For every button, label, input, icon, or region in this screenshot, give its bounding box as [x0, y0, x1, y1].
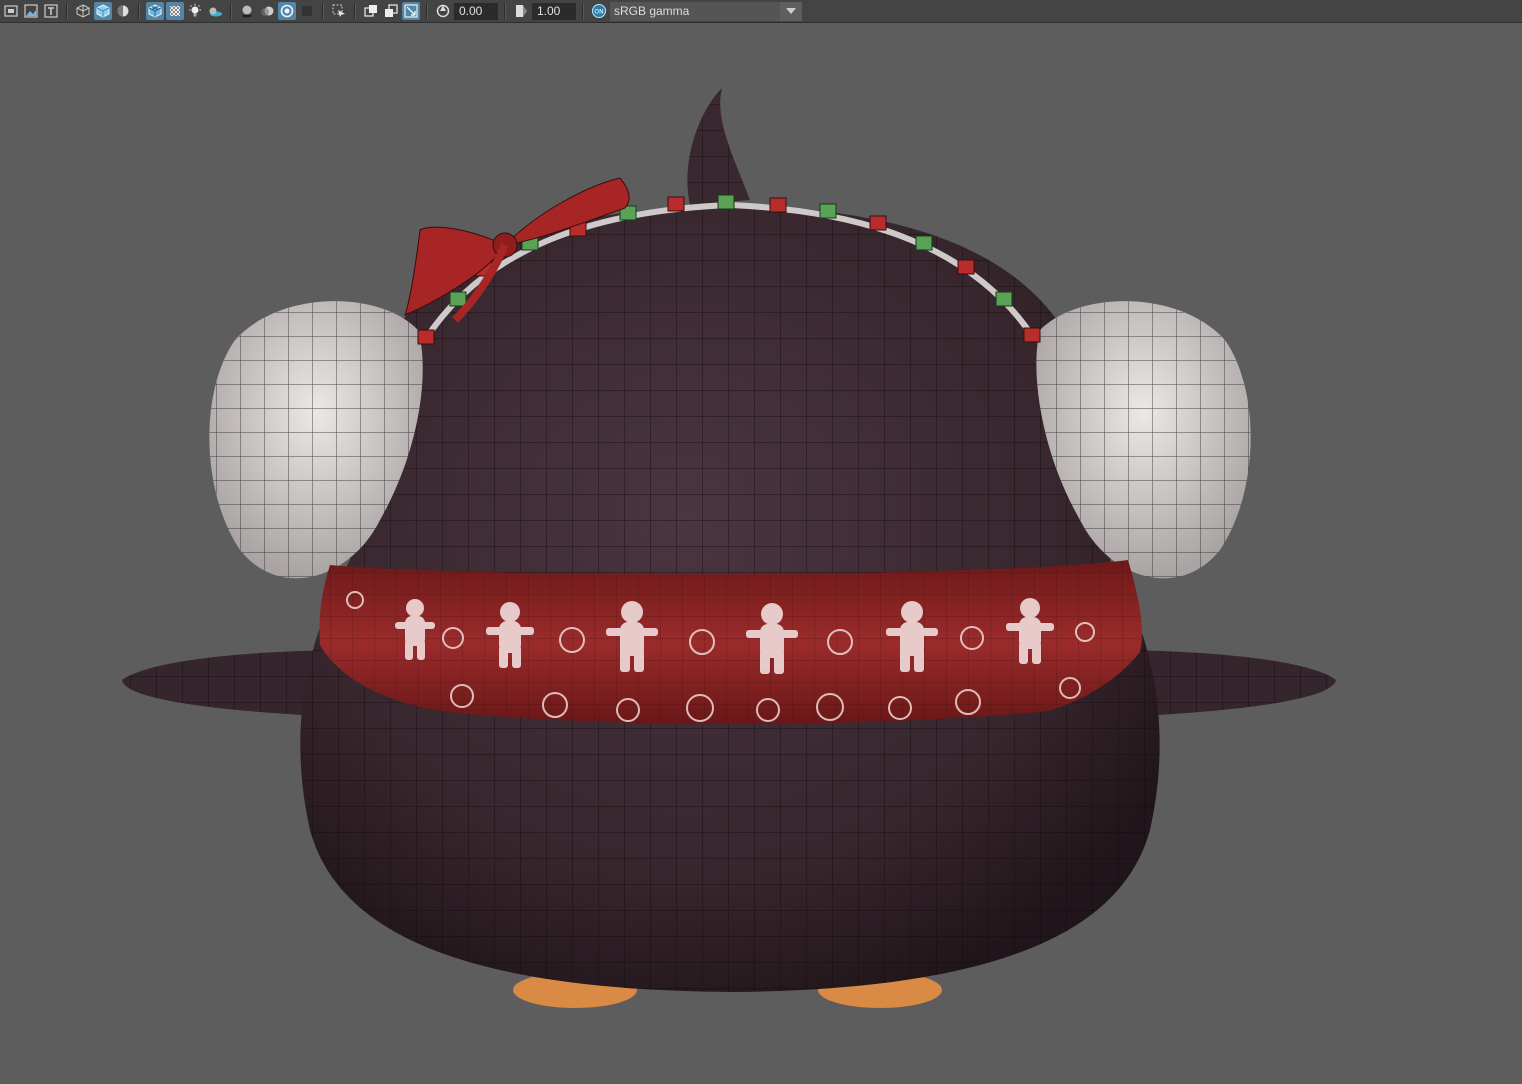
toolbar-separator	[322, 3, 324, 19]
xray-active-icon[interactable]	[382, 2, 400, 20]
chevron-down-icon[interactable]	[780, 1, 802, 21]
gamma-icon[interactable]	[512, 2, 530, 20]
tail-tuft	[687, 88, 750, 205]
toolbar-separator	[582, 3, 584, 19]
anti-aliasing-icon[interactable]	[278, 2, 296, 20]
shadows-icon[interactable]	[206, 2, 224, 20]
toolbar-separator	[354, 3, 356, 19]
ambient-occlusion-icon[interactable]	[238, 2, 256, 20]
motion-blur-icon[interactable]	[258, 2, 276, 20]
color-management-on-glyph: ON	[594, 9, 603, 16]
viewport-panel-toolbar: 0.00 1.00 ON sRGB gamma	[0, 0, 1522, 23]
toolbar-separator	[66, 3, 68, 19]
toolbar-separator	[138, 3, 140, 19]
wireframe-icon[interactable]	[74, 2, 92, 20]
toolbar-separator	[504, 3, 506, 19]
exposure-icon[interactable]	[434, 2, 452, 20]
penguin-model-render	[122, 88, 1336, 1008]
color-space-dropdown[interactable]: sRGB gamma	[610, 1, 802, 21]
select-camera-icon[interactable]	[2, 2, 20, 20]
use-default-lights-icon[interactable]	[186, 2, 204, 20]
color-management-on-icon[interactable]: ON	[590, 2, 608, 20]
shade-selected-icon[interactable]	[114, 2, 132, 20]
gamma-field[interactable]: 1.00	[532, 2, 576, 20]
exposure-field[interactable]: 0.00	[454, 2, 498, 20]
toolbar-separator	[426, 3, 428, 19]
isolate-select-icon[interactable]	[330, 2, 348, 20]
3d-viewport[interactable]	[0, 24, 1522, 1080]
xray-icon[interactable]	[166, 2, 184, 20]
backface-icon[interactable]	[402, 2, 420, 20]
image-plane-icon[interactable]	[22, 2, 40, 20]
color-space-label: sRGB gamma	[614, 4, 690, 18]
smooth-shade-icon[interactable]	[94, 2, 112, 20]
toolbar-separator	[230, 3, 232, 19]
two-d-pan-icon[interactable]	[42, 2, 60, 20]
xray-joints-icon[interactable]	[362, 2, 380, 20]
scarf	[319, 560, 1142, 724]
depth-of-field-icon[interactable]	[298, 2, 316, 20]
wireframe-on-shaded-icon[interactable]	[146, 2, 164, 20]
